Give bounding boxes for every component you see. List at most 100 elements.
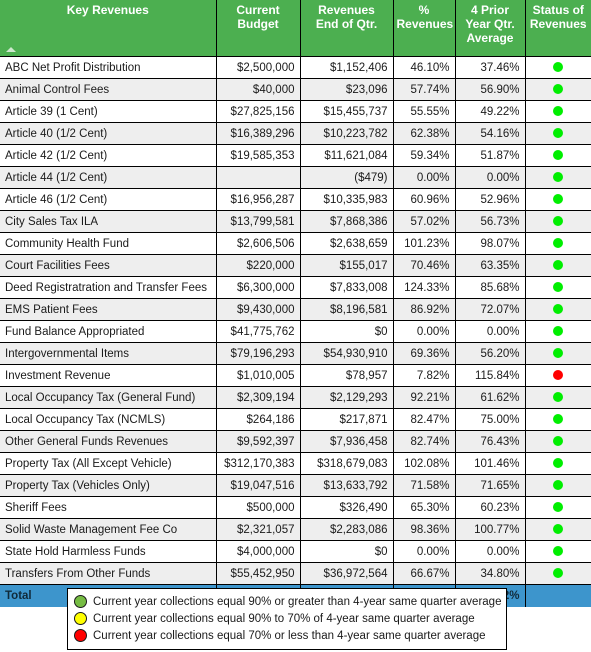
table-row[interactable]: Community Health Fund $2,606,506 $2,638,65… (0, 232, 591, 255)
table-row[interactable]: Transfers From Other Funds $55,452,950 $36… (0, 562, 591, 585)
cell-key-revenue-name: City Sales Tax ILA (0, 210, 217, 233)
table-row[interactable]: Court Facilities Fees $220,000 $155,017 70.… (0, 254, 591, 277)
cell-pct: 57.74% (393, 78, 456, 101)
table-row[interactable]: Property Tax (All Except Vehicle) $312,17… (0, 452, 591, 475)
cell-pct: 59.34% (393, 144, 456, 167)
cell-budget: $2,321,057 (216, 518, 301, 541)
cell-avg: 56.90% (455, 78, 526, 101)
cell-revenues: $23,096 (300, 78, 394, 101)
status-green-dot-icon (553, 84, 564, 95)
table-row[interactable]: Article 40 (1/2 Cent) $16,389,296 $10,223,… (0, 122, 591, 145)
cell-status (525, 122, 591, 145)
cell-status (525, 166, 591, 189)
status-green-dot-icon (553, 260, 564, 271)
cell-budget: $16,956,287 (216, 188, 301, 211)
table-row[interactable]: Local Occupancy Tax (NCMLS) $264,186 $217,… (0, 408, 591, 431)
cell-avg: 34.80% (455, 562, 526, 585)
legend-item: Current year collections equal 90% to 70… (74, 610, 500, 627)
table-row[interactable]: Sheriff Fees $500,000 $326,490 65.30% 60.23% (0, 496, 591, 519)
column-header-current-budget[interactable]: Current Budget (216, 0, 301, 57)
cell-avg: 72.07% (455, 298, 526, 321)
cell-revenues: $8,196,581 (300, 298, 394, 321)
cell-budget: $9,430,000 (216, 298, 301, 321)
cell-pct: 82.47% (393, 408, 456, 431)
cell-avg: 71.65% (455, 474, 526, 497)
table-row[interactable]: Intergovernmental Items $79,196,293 $54,93… (0, 342, 591, 365)
table-row[interactable]: State Hold Harmless Funds $4,000,000 $0 0.0… (0, 540, 591, 563)
cell-key-revenue-name: Transfers From Other Funds (0, 562, 217, 585)
cell-avg: 52.96% (455, 188, 526, 211)
column-header-current-budget-line2: Budget (237, 16, 279, 31)
column-header-avg-line1: 4 Prior (470, 3, 509, 17)
cell-revenues: $10,335,983 (300, 188, 394, 211)
cell-revenues: $78,957 (300, 364, 394, 387)
cell-key-revenue-name: Article 42 (1/2 Cent) (0, 144, 217, 167)
cell-budget: $312,170,383 (216, 452, 301, 475)
table-row[interactable]: Investment Revenue $1,010,005 $78,957 7.82%… (0, 364, 591, 387)
column-header-status-of-revenues[interactable]: Status of Revenues (525, 0, 591, 57)
cell-total-status (525, 584, 591, 607)
cell-pct: 0.00% (393, 320, 456, 343)
column-header-key-revenues[interactable]: Key Revenues (0, 0, 217, 57)
cell-pct: 60.96% (393, 188, 456, 211)
cell-pct: 69.36% (393, 342, 456, 365)
cell-key-revenue-name: Investment Revenue (0, 364, 217, 387)
cell-status (525, 56, 591, 79)
cell-pct: 57.02% (393, 210, 456, 233)
cell-status (525, 474, 591, 497)
table-body: ABC Net Profit Distribution $2,500,000 $1,… (0, 56, 591, 607)
revenue-status-report: Key Revenues Current Budget Revenues End… (0, 0, 591, 652)
table-row[interactable]: Article 39 (1 Cent) $27,825,156 $15,455,73… (0, 100, 591, 123)
column-header-pct-revenues[interactable]: % Revenues (393, 0, 456, 57)
table-row[interactable]: Solid Waste Management Fee Co $2,321,057 $… (0, 518, 591, 541)
cell-pct: 55.55% (393, 100, 456, 123)
cell-budget: $2,606,506 (216, 232, 301, 255)
cell-revenues: $7,936,458 (300, 430, 394, 453)
cell-revenues: $0 (300, 320, 394, 343)
cell-key-revenue-name: Property Tax (Vehicles Only) (0, 474, 217, 497)
table-row[interactable]: Article 42 (1/2 Cent) $19,585,353 $11,621,… (0, 144, 591, 167)
table-row[interactable]: Property Tax (Vehicles Only) $19,047,516 $… (0, 474, 591, 497)
cell-pct: 7.82% (393, 364, 456, 387)
table-row[interactable]: Article 44 (1/2 Cent) ($479) 0.00% 0.00% (0, 166, 591, 189)
cell-avg: 56.20% (455, 342, 526, 365)
cell-status (525, 144, 591, 167)
table-row[interactable]: Animal Control Fees $40,000 $23,096 57.74% 5… (0, 78, 591, 101)
table-row[interactable]: City Sales Tax ILA $13,799,581 $7,868,386 5… (0, 210, 591, 233)
cell-avg: 61.62% (455, 386, 526, 409)
cell-pct: 65.30% (393, 496, 456, 519)
cell-key-revenue-name: Deed Registratration and Transfer Fees (0, 276, 217, 299)
cell-avg: 56.73% (455, 210, 526, 233)
cell-status (525, 276, 591, 299)
column-header-4-prior-year-qtr-average[interactable]: 4 Prior Year Qtr. Average (455, 0, 526, 57)
cell-status (525, 188, 591, 211)
cell-revenues: $1,152,406 (300, 56, 394, 79)
table-row[interactable]: EMS Patient Fees $9,430,000 $8,196,581 86.9… (0, 298, 591, 321)
table-row[interactable]: Deed Registratration and Transfer Fees $6… (0, 276, 591, 299)
sort-ascending-icon[interactable] (6, 47, 16, 52)
cell-avg: 75.00% (455, 408, 526, 431)
legend-box: Current year collections equal 90% or gr… (67, 588, 507, 650)
status-green-dot-icon (553, 480, 564, 491)
status-green-dot-icon (553, 436, 564, 447)
cell-key-revenue-name: Article 40 (1/2 Cent) (0, 122, 217, 145)
cell-avg: 98.07% (455, 232, 526, 255)
cell-revenues: $2,283,086 (300, 518, 394, 541)
cell-status (525, 254, 591, 277)
cell-revenues: $0 (300, 540, 394, 563)
status-green-dot-icon (553, 128, 564, 139)
table-row[interactable]: ABC Net Profit Distribution $2,500,000 $1,… (0, 56, 591, 79)
status-green-dot-icon (553, 238, 564, 249)
cell-key-revenue-name: EMS Patient Fees (0, 298, 217, 321)
table-row[interactable]: Other General Funds Revenues $9,592,397 $7… (0, 430, 591, 453)
cell-budget: $27,825,156 (216, 100, 301, 123)
table-row[interactable]: Article 46 (1/2 Cent) $16,956,287 $10,335,… (0, 188, 591, 211)
table-row[interactable]: Fund Balance Appropriated $41,775,762 $0 0.… (0, 320, 591, 343)
cell-key-revenue-name: Community Health Fund (0, 232, 217, 255)
column-header-avg-line2: Year Qtr. (465, 16, 515, 31)
column-header-revenues-end-of-qtr[interactable]: Revenues End of Qtr. (300, 0, 394, 57)
cell-pct: 0.00% (393, 166, 456, 189)
cell-key-revenue-name: Local Occupancy Tax (NCMLS) (0, 408, 217, 431)
table-row[interactable]: Local Occupancy Tax (General Fund) $2,309… (0, 386, 591, 409)
cell-status (525, 452, 591, 475)
